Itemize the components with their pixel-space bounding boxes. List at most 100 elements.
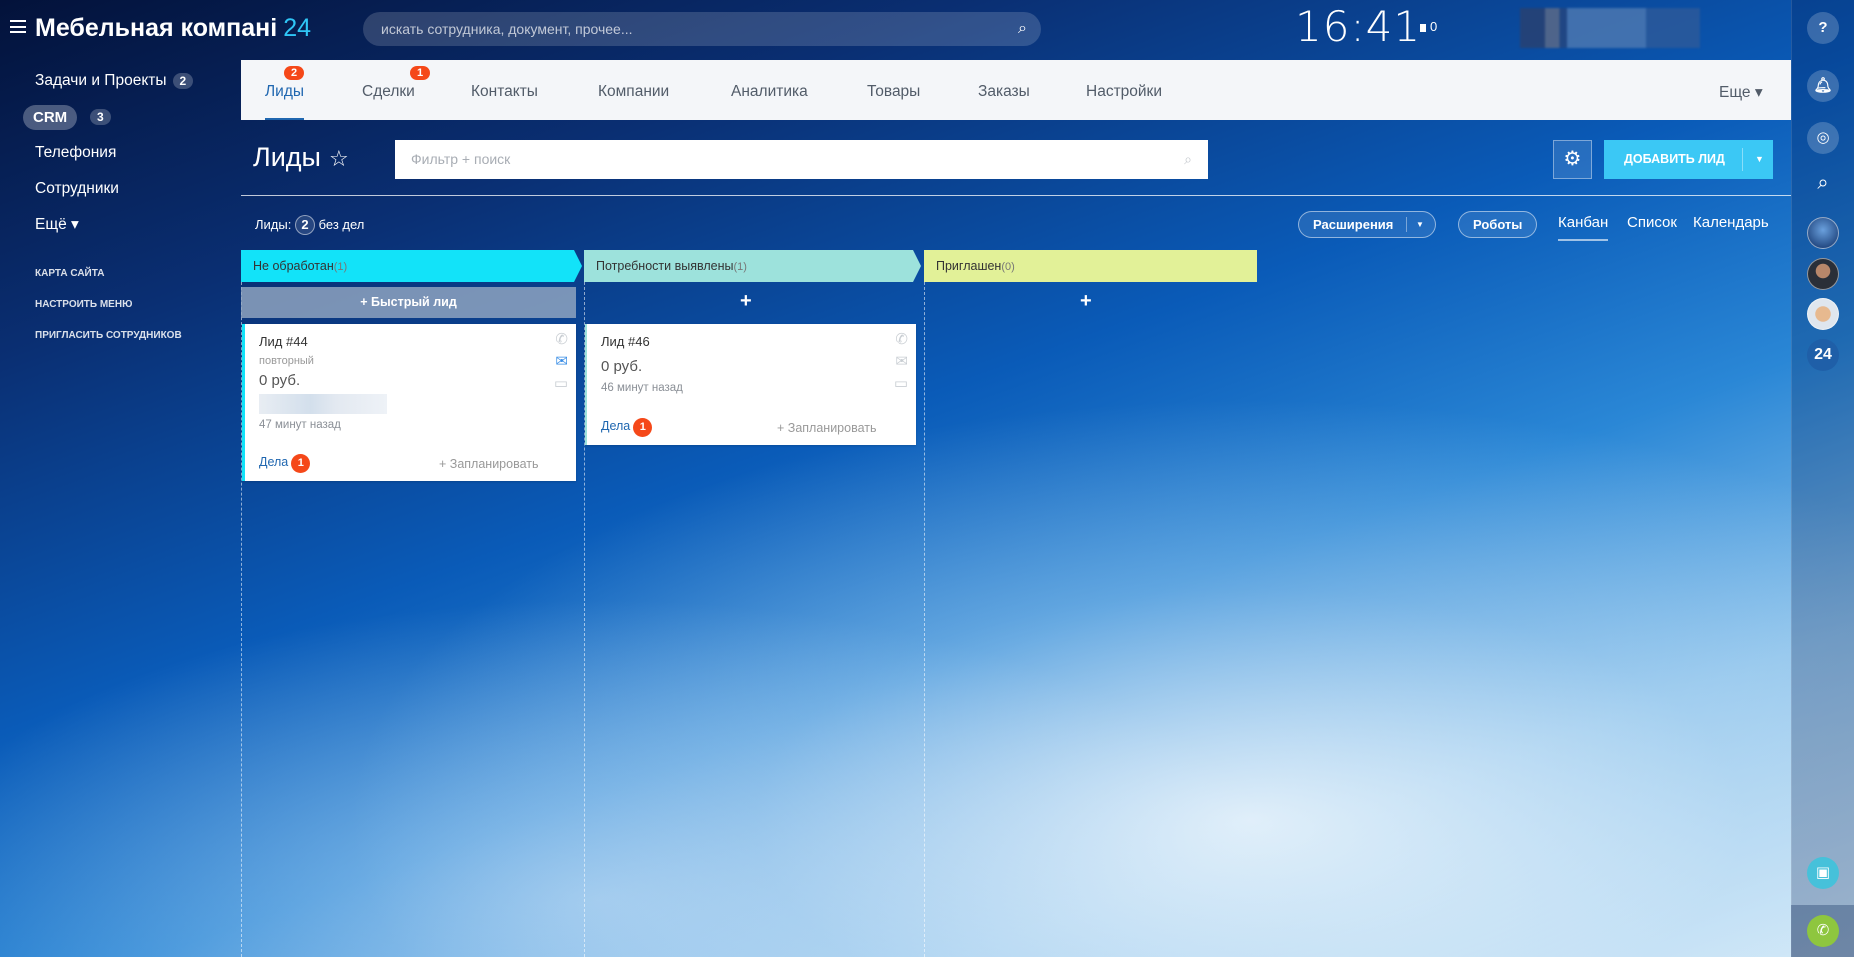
crm-count: 3 <box>84 108 111 126</box>
gear-icon: ⚙ <box>1563 148 1582 170</box>
lead-time: 46 минут назад <box>601 382 683 394</box>
sidebar-item-label: CRM <box>33 109 68 126</box>
filter-search-input[interactable]: Фильтр + поиск ⌕ <box>395 140 1208 179</box>
search-placeholder: искать сотрудника, документ, прочее... <box>381 21 633 37</box>
flag-counter[interactable]: 0 <box>1420 19 1437 34</box>
chevron-down-icon[interactable]: ▼ <box>1416 212 1424 237</box>
divider <box>1742 148 1743 171</box>
counter-label: Лиды: <box>255 217 292 232</box>
star-icon[interactable]: ☆ <box>329 146 349 172</box>
counter-value[interactable]: 2 <box>294 215 315 235</box>
tab-orders[interactable]: Заказы <box>978 83 1030 101</box>
add-lead-button[interactable]: ДОБАВИТЬ ЛИД ▼ <box>1604 140 1773 179</box>
flag-count: 0 <box>1430 19 1438 34</box>
menu-icon[interactable] <box>10 20 26 33</box>
tasks-count-badge: 1 <box>291 454 311 473</box>
tab-analytics[interactable]: Аналитика <box>731 83 808 101</box>
sidebar-item-label: Задачи и Проекты <box>35 72 167 89</box>
lead-amount: 0 руб. <box>601 358 643 375</box>
chat-icon[interactable]: ◎ <box>1807 122 1839 154</box>
global-search-input[interactable]: искать сотрудника, документ, прочее... ⌕ <box>363 12 1041 46</box>
schedule-link[interactable]: + Запланировать <box>777 421 877 435</box>
leads-counter: Лиды: 2 без дел <box>255 215 364 235</box>
sidebar-item-telephony[interactable]: Телефония <box>35 144 116 162</box>
avatar-24[interactable]: 24 <box>1807 339 1839 371</box>
robots-button[interactable]: Роботы <box>1458 211 1538 238</box>
column-header-needs[interactable]: Потребности выявлены(1) <box>584 250 921 282</box>
phone-icon[interactable]: ✆ <box>555 330 568 348</box>
tab-companies[interactable]: Компании <box>598 83 669 101</box>
counter-suffix: без дел <box>318 217 365 232</box>
extensions-button[interactable]: Расширения ▼ <box>1298 211 1436 238</box>
bell-icon[interactable]: 🔔︎ <box>1807 70 1839 102</box>
tab-contacts[interactable]: Контакты <box>471 83 538 101</box>
avatar[interactable] <box>1807 217 1839 249</box>
divider <box>241 195 1791 196</box>
lead-subtitle: повторный <box>259 355 314 367</box>
add-card-plus-icon[interactable]: + <box>740 290 752 313</box>
mail-icon[interactable]: ✉ <box>555 352 568 370</box>
logo-number: 24 <box>283 14 312 42</box>
search-icon[interactable]: ⌕ <box>1184 140 1192 179</box>
tasks-label: Дела <box>259 455 289 469</box>
lead-card[interactable]: Лид #44 повторный 0 руб. 47 минут назад … <box>242 324 576 481</box>
extensions-label: Расширения <box>1313 217 1394 232</box>
phone-book-icon[interactable]: ▣ <box>1807 857 1839 889</box>
tasks-count-badge: 1 <box>633 418 653 437</box>
settings-gear-button[interactable]: ⚙ <box>1553 140 1592 179</box>
lead-title[interactable]: Лид #46 <box>601 334 650 349</box>
column-header-new[interactable]: Не обработан(1) <box>241 250 582 282</box>
quick-lead-button[interactable]: + Быстрый лид <box>241 287 576 318</box>
configure-menu-link[interactable]: НАСТРОИТЬ МЕНЮ <box>35 299 132 310</box>
lead-amount: 0 руб. <box>259 372 301 389</box>
column-title: Приглашен <box>936 259 1002 273</box>
tab-products[interactable]: Товары <box>867 83 920 101</box>
blurred-contact <box>259 394 387 414</box>
avatar[interactable] <box>1807 298 1839 330</box>
user-profile-blurred[interactable] <box>1520 8 1700 48</box>
invite-employees-link[interactable]: ПРИГЛАСИТЬ СОТРУДНИКОВ <box>35 330 182 341</box>
filter-placeholder: Фильтр + поиск <box>411 151 511 167</box>
sidebar-item-crm[interactable]: CRM <box>23 105 78 130</box>
view-calendar[interactable]: Календарь <box>1693 214 1769 231</box>
column-header-invited[interactable]: Приглашен(0) <box>924 250 1257 282</box>
tab-label: Сделки <box>362 83 415 100</box>
tasks-link[interactable]: Дела 1 <box>259 454 311 473</box>
tab-badge: 1 <box>410 66 431 80</box>
search-icon[interactable]: ⌕ <box>1018 12 1027 46</box>
add-lead-label: ДОБАВИТЬ ЛИД <box>1624 152 1725 166</box>
tab-badge: 2 <box>284 66 305 80</box>
tab-leads[interactable]: Лиды 2 <box>265 66 305 120</box>
avatar[interactable] <box>1807 258 1839 290</box>
sidebar-item-tasks[interactable]: Задачи и Проекты 2 <box>35 72 194 90</box>
add-card-plus-icon[interactable]: + <box>1080 290 1092 313</box>
tab-settings[interactable]: Настройки <box>1086 83 1162 101</box>
sitemap-link[interactable]: КАРТА САЙТА <box>35 268 104 279</box>
chat-icon[interactable]: ▭ <box>554 374 568 392</box>
view-kanban[interactable]: Канбан <box>1558 214 1609 241</box>
logo[interactable]: Мебельная компані 24 <box>35 14 311 43</box>
sidebar-item-more[interactable]: Ещё ▾ <box>35 215 79 234</box>
search-icon[interactable]: ⌕ <box>1807 172 1839 195</box>
tasks-link[interactable]: Дела 1 <box>601 418 653 437</box>
chat-icon[interactable]: ▭ <box>894 374 908 392</box>
column-title: Не обработан <box>253 259 334 273</box>
column-title: Потребности выявлены <box>596 259 734 273</box>
phone-icon[interactable]: ✆ <box>895 330 908 348</box>
lead-time: 47 минут назад <box>259 419 341 431</box>
schedule-link[interactable]: + Запланировать <box>439 457 539 471</box>
tab-more[interactable]: Еще ▾ <box>1719 83 1763 102</box>
chevron-down-icon[interactable]: ▼ <box>1755 140 1764 179</box>
count-badge: 3 <box>90 108 111 125</box>
lead-title[interactable]: Лид #44 <box>259 334 308 349</box>
mail-icon[interactable]: ✉ <box>895 352 908 370</box>
column-count: (1) <box>733 261 747 273</box>
phone-call-icon[interactable]: ✆ <box>1807 915 1839 947</box>
tasks-label: Дела <box>601 419 631 433</box>
tab-deals[interactable]: Сделки 1 <box>362 66 431 101</box>
sidebar-item-employees[interactable]: Сотрудники <box>35 180 119 198</box>
view-list[interactable]: Список <box>1627 214 1677 231</box>
help-icon[interactable]: ? <box>1807 12 1839 44</box>
lead-card[interactable]: Лид #46 0 руб. 46 минут назад Дела 1 + За… <box>585 324 916 445</box>
clock[interactable]: 16:41 <box>1295 2 1421 51</box>
